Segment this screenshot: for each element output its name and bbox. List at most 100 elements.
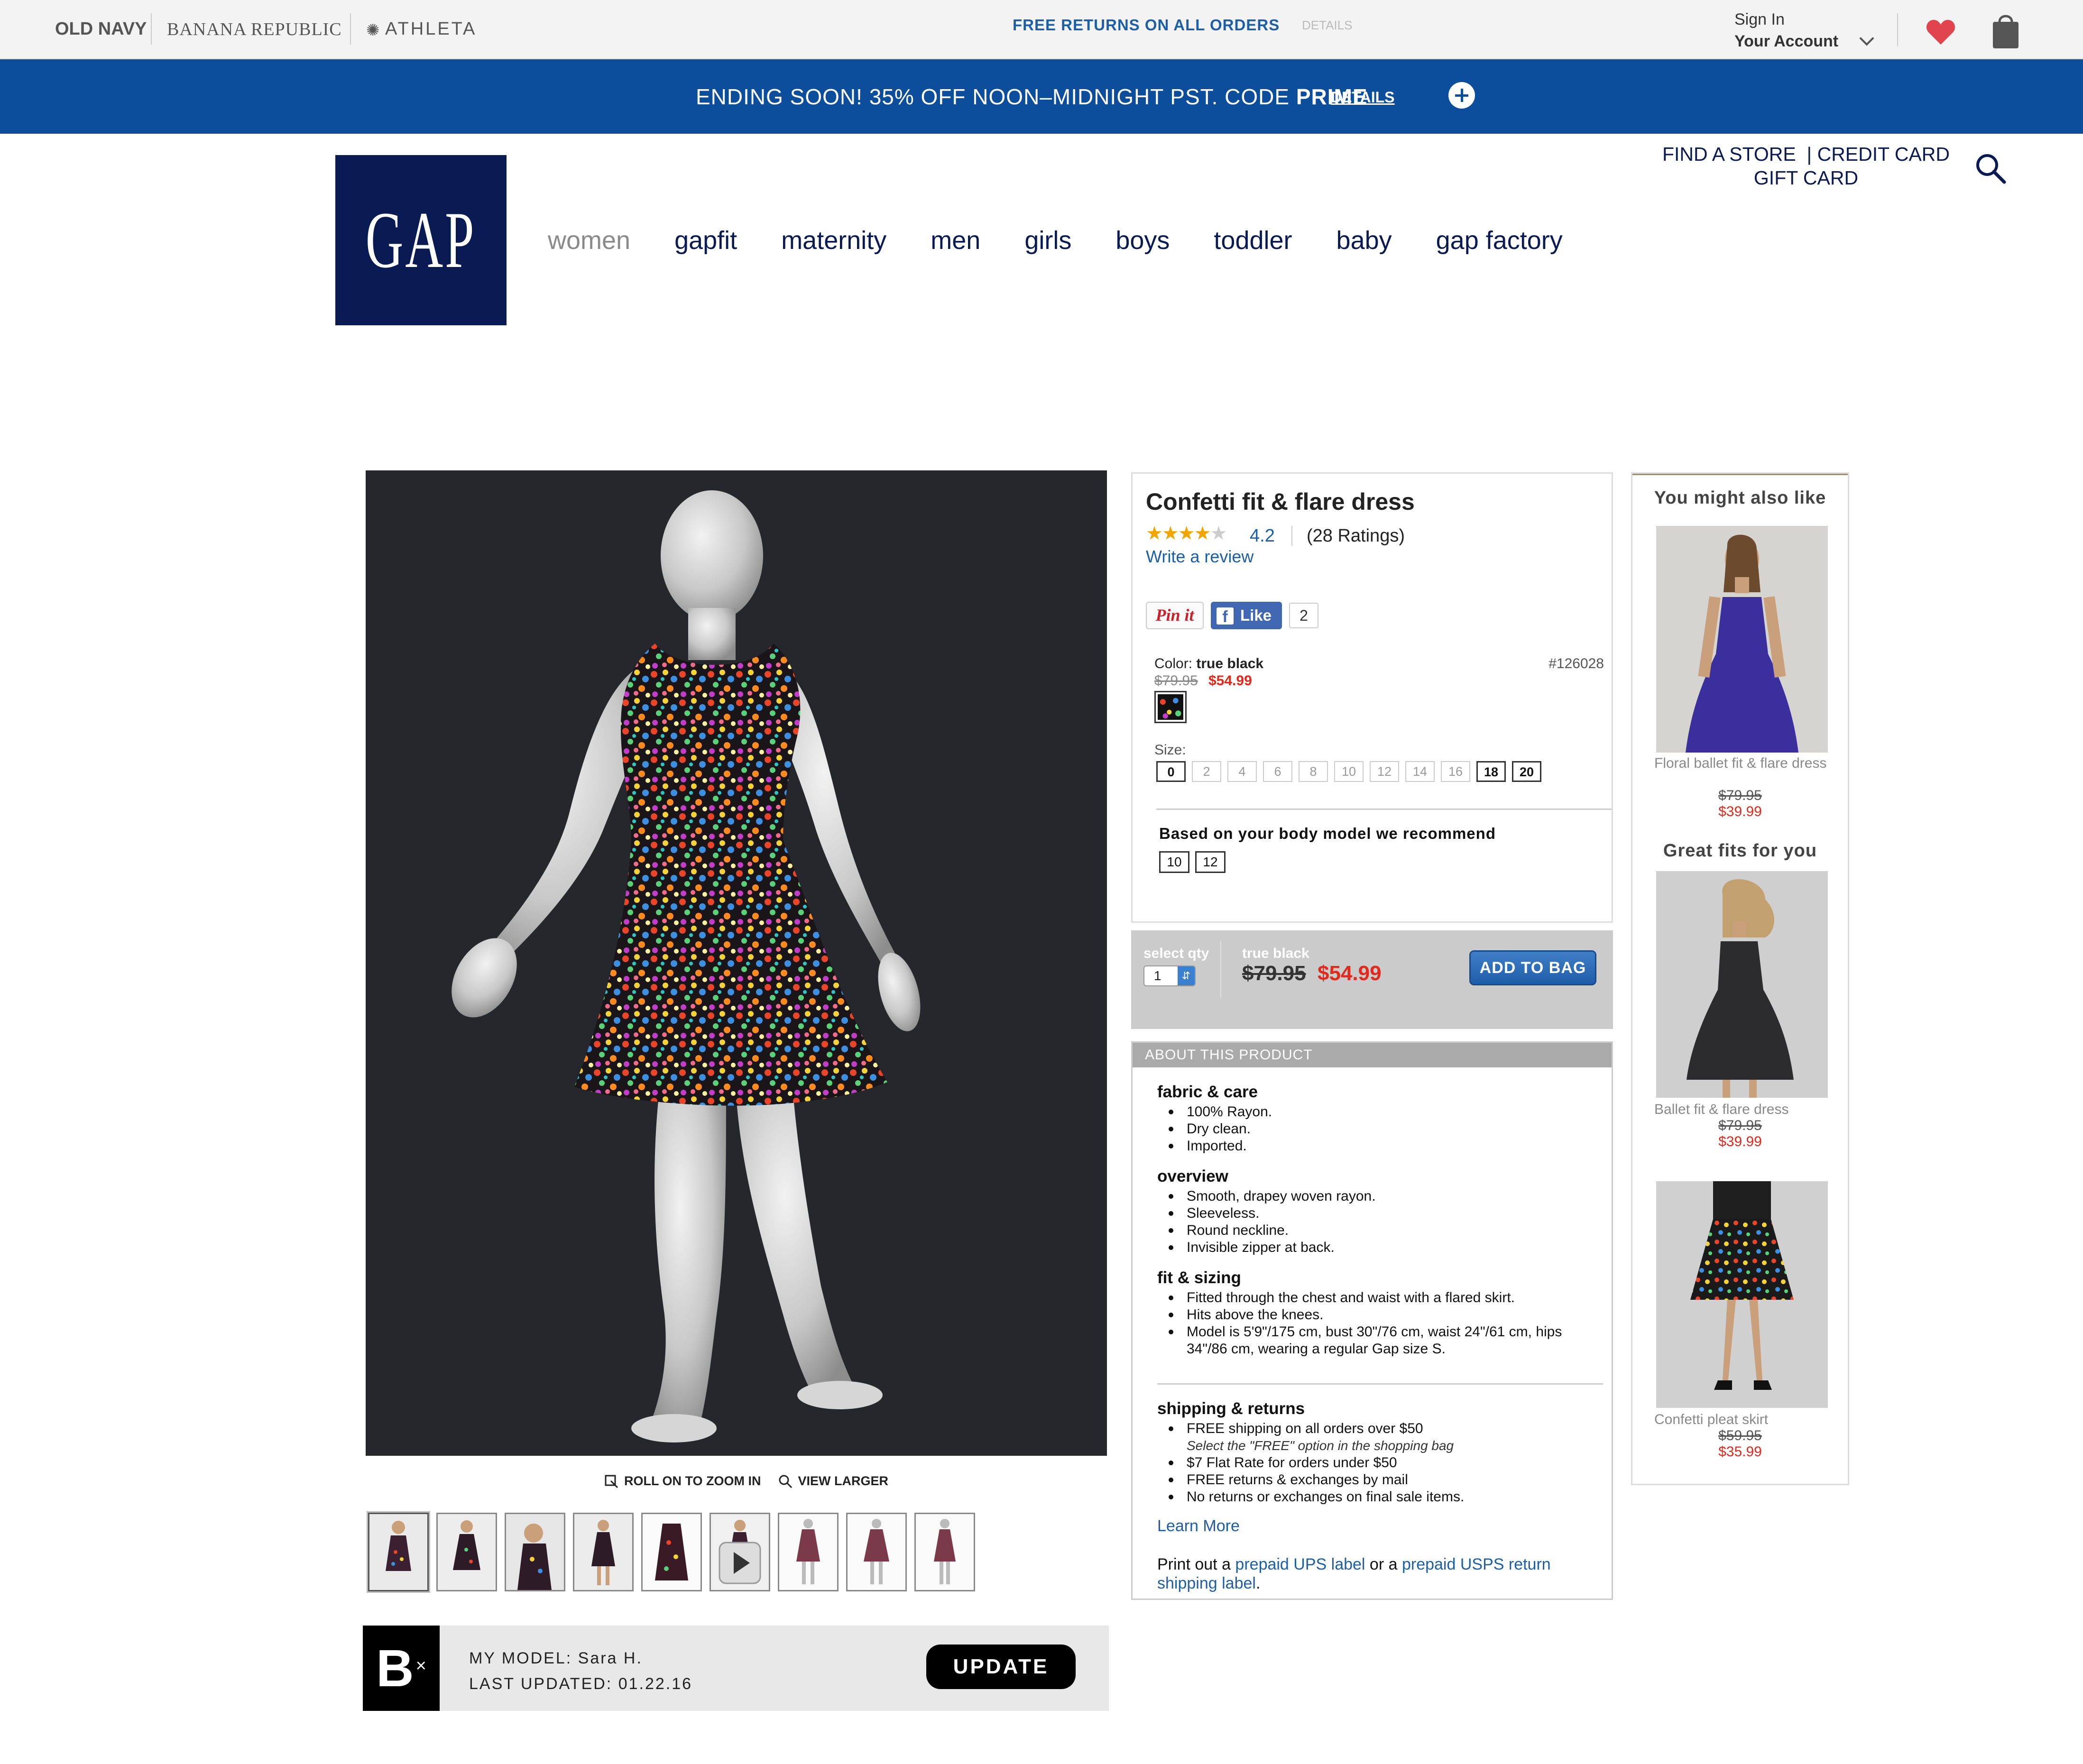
view-larger-link[interactable]: VIEW LARGER bbox=[798, 1474, 889, 1488]
search-icon[interactable] bbox=[1974, 152, 2007, 185]
size-option[interactable]: 6 bbox=[1263, 761, 1292, 782]
size-option[interactable]: 12 bbox=[1370, 761, 1399, 782]
write-review-link[interactable]: Write a review bbox=[1146, 547, 1253, 567]
rail-product-name[interactable]: Floral ballet fit & flare dress bbox=[1654, 755, 1834, 772]
thumbnail-dress-image bbox=[369, 1514, 427, 1590]
play-icon[interactable] bbox=[718, 1541, 762, 1585]
qty-select[interactable]: 1 ⇵ bbox=[1143, 965, 1196, 986]
ups-label-link[interactable]: prepaid UPS label bbox=[1235, 1555, 1365, 1573]
bag-sale-price: $54.99 bbox=[1318, 962, 1382, 985]
list-item: FREE returns & exchanges by mail bbox=[1166, 1471, 1598, 1488]
nav-girls[interactable]: girls bbox=[1024, 226, 1071, 255]
add-to-bag-button[interactable]: ADD TO BAG bbox=[1469, 950, 1596, 985]
list-item: Fitted through the chest and waist with … bbox=[1166, 1289, 1598, 1306]
thumbnail[interactable] bbox=[573, 1513, 634, 1591]
credit-card-link[interactable]: CREDIT CARD bbox=[1817, 143, 1950, 165]
brand-link-banana-republic[interactable]: BANANA REPUBLIC bbox=[167, 19, 342, 40]
original-price: $79.95 bbox=[1154, 673, 1198, 689]
nav-maternity[interactable]: maternity bbox=[781, 226, 886, 255]
model-thumbnail[interactable] bbox=[778, 1513, 839, 1591]
model-thumbnail[interactable] bbox=[914, 1513, 975, 1591]
like-count: 2 bbox=[1289, 603, 1318, 628]
video-thumbnail[interactable] bbox=[710, 1513, 770, 1591]
rail-sale-price: $39.99 bbox=[1718, 804, 1762, 819]
size-option[interactable]: 14 bbox=[1405, 761, 1435, 782]
gap-logo[interactable]: GAP bbox=[335, 155, 507, 325]
list-item: Invisible zipper at back. bbox=[1166, 1239, 1376, 1256]
promo-message: ENDING SOON! 35% OFF NOON–MIDNIGHT PST. … bbox=[696, 84, 1296, 109]
learn-more-link[interactable]: Learn More bbox=[1157, 1517, 1240, 1535]
brand-link-athleta[interactable]: ATHLETA bbox=[385, 19, 477, 39]
rating-value[interactable]: 4.2 bbox=[1250, 526, 1275, 546]
account-menu[interactable]: Sign In Your Account bbox=[1734, 9, 1838, 52]
nav-gapfit[interactable]: gapfit bbox=[674, 226, 737, 255]
size-option[interactable]: 0 bbox=[1156, 761, 1186, 782]
star-rating-icon[interactable]: ★★★★★ bbox=[1146, 523, 1227, 544]
ratings-count[interactable]: (28 Ratings) bbox=[1307, 526, 1405, 546]
thumbnail-dress-image bbox=[506, 1514, 564, 1590]
nav-boys[interactable]: boys bbox=[1115, 226, 1170, 255]
free-returns-details-link[interactable]: DETAILS bbox=[1302, 18, 1352, 33]
rail-heading-also-like: You might also like bbox=[1654, 488, 1826, 508]
stepper-arrows-icon[interactable]: ⇵ bbox=[1178, 966, 1195, 985]
sale-price: $54.99 bbox=[1208, 673, 1252, 689]
product-main-image[interactable] bbox=[366, 470, 1107, 1456]
last-updated-value: 01.22.16 bbox=[618, 1675, 693, 1693]
size-option[interactable]: 18 bbox=[1476, 761, 1506, 782]
promo-details-link[interactable]: DETAILS bbox=[1331, 89, 1395, 106]
nav-baby[interactable]: baby bbox=[1336, 226, 1392, 255]
rail-dress-image bbox=[1656, 871, 1828, 1098]
promo-text: ENDING SOON! 35% OFF NOON–MIDNIGHT PST. … bbox=[696, 84, 1368, 110]
size-option[interactable]: 4 bbox=[1227, 761, 1257, 782]
pin-it-button[interactable]: Pin it bbox=[1146, 602, 1204, 629]
facebook-like-button[interactable]: f Like bbox=[1211, 602, 1282, 629]
size-selector: 0 2 4 6 8 10 12 14 16 18 20 bbox=[1156, 761, 1548, 782]
print-text-prefix: Print out a bbox=[1157, 1555, 1235, 1573]
size-option[interactable]: 20 bbox=[1512, 761, 1541, 782]
model-thumbnail[interactable] bbox=[846, 1513, 907, 1591]
thumbnail[interactable] bbox=[436, 1513, 497, 1591]
size-option[interactable]: 10 bbox=[1334, 761, 1364, 782]
rail-product-name[interactable]: Ballet fit & flare dress bbox=[1654, 1102, 1834, 1118]
color-swatch-true-black[interactable] bbox=[1154, 691, 1187, 723]
thumbnail[interactable] bbox=[505, 1513, 565, 1591]
print-text-suffix: . bbox=[1255, 1574, 1261, 1592]
size-option[interactable]: 16 bbox=[1441, 761, 1470, 782]
nav-men[interactable]: men bbox=[931, 226, 980, 255]
plus-circle-icon[interactable] bbox=[1448, 82, 1475, 109]
recommendations-rail: You might also like Floral ballet fit & … bbox=[1631, 472, 1849, 1485]
nav-gap-factory[interactable]: gap factory bbox=[1436, 226, 1563, 255]
shopping-bag-icon[interactable] bbox=[1991, 12, 2020, 49]
find-store-link[interactable]: FIND A STORE bbox=[1662, 143, 1796, 165]
my-model-value: Sara H. bbox=[578, 1649, 643, 1667]
fit-sizing-section: fit & sizing Fitted through the chest an… bbox=[1157, 1268, 1598, 1358]
chevron-down-icon[interactable] bbox=[1859, 31, 1874, 46]
my-model-label: MY MODEL: bbox=[469, 1649, 572, 1667]
about-heading: ABOUT THIS PRODUCT bbox=[1133, 1043, 1612, 1067]
free-returns-link[interactable]: FREE RETURNS ON ALL ORDERS bbox=[1013, 16, 1280, 34]
recommended-size[interactable]: 10 bbox=[1159, 851, 1189, 873]
recommended-size[interactable]: 12 bbox=[1195, 851, 1226, 873]
list-item: 100% Rayon. bbox=[1166, 1103, 1272, 1121]
rail-product-image[interactable] bbox=[1656, 526, 1828, 753]
brand-link-old-navy[interactable]: OLD NAVY bbox=[55, 19, 147, 39]
thumbnail[interactable] bbox=[368, 1513, 429, 1591]
magnifier-icon[interactable] bbox=[778, 1474, 793, 1488]
nav-women[interactable]: women bbox=[548, 226, 630, 255]
rail-product-name[interactable]: Confetti pleat skirt bbox=[1654, 1412, 1834, 1428]
color-label: Color: true black bbox=[1154, 656, 1263, 672]
size-option[interactable]: 2 bbox=[1192, 761, 1221, 782]
add-to-bag-bar: select qty 1 ⇵ true black $79.95 $54.99 A… bbox=[1131, 930, 1613, 1029]
rail-sale-price: $35.99 bbox=[1718, 1444, 1762, 1460]
rail-product-image[interactable] bbox=[1656, 1181, 1828, 1408]
update-button[interactable]: UPDATE bbox=[926, 1645, 1076, 1689]
heart-icon[interactable] bbox=[1926, 18, 1956, 46]
your-account-label: Your Account bbox=[1734, 32, 1839, 50]
size-option[interactable]: 8 bbox=[1299, 761, 1328, 782]
nav-toddler[interactable]: toddler bbox=[1214, 226, 1292, 255]
gift-card-link[interactable]: GIFT CARD bbox=[1754, 167, 1858, 189]
divider bbox=[1291, 526, 1292, 546]
rail-product-image[interactable] bbox=[1656, 871, 1828, 1098]
thumbnail[interactable] bbox=[641, 1513, 702, 1591]
facebook-icon: f bbox=[1217, 607, 1234, 626]
